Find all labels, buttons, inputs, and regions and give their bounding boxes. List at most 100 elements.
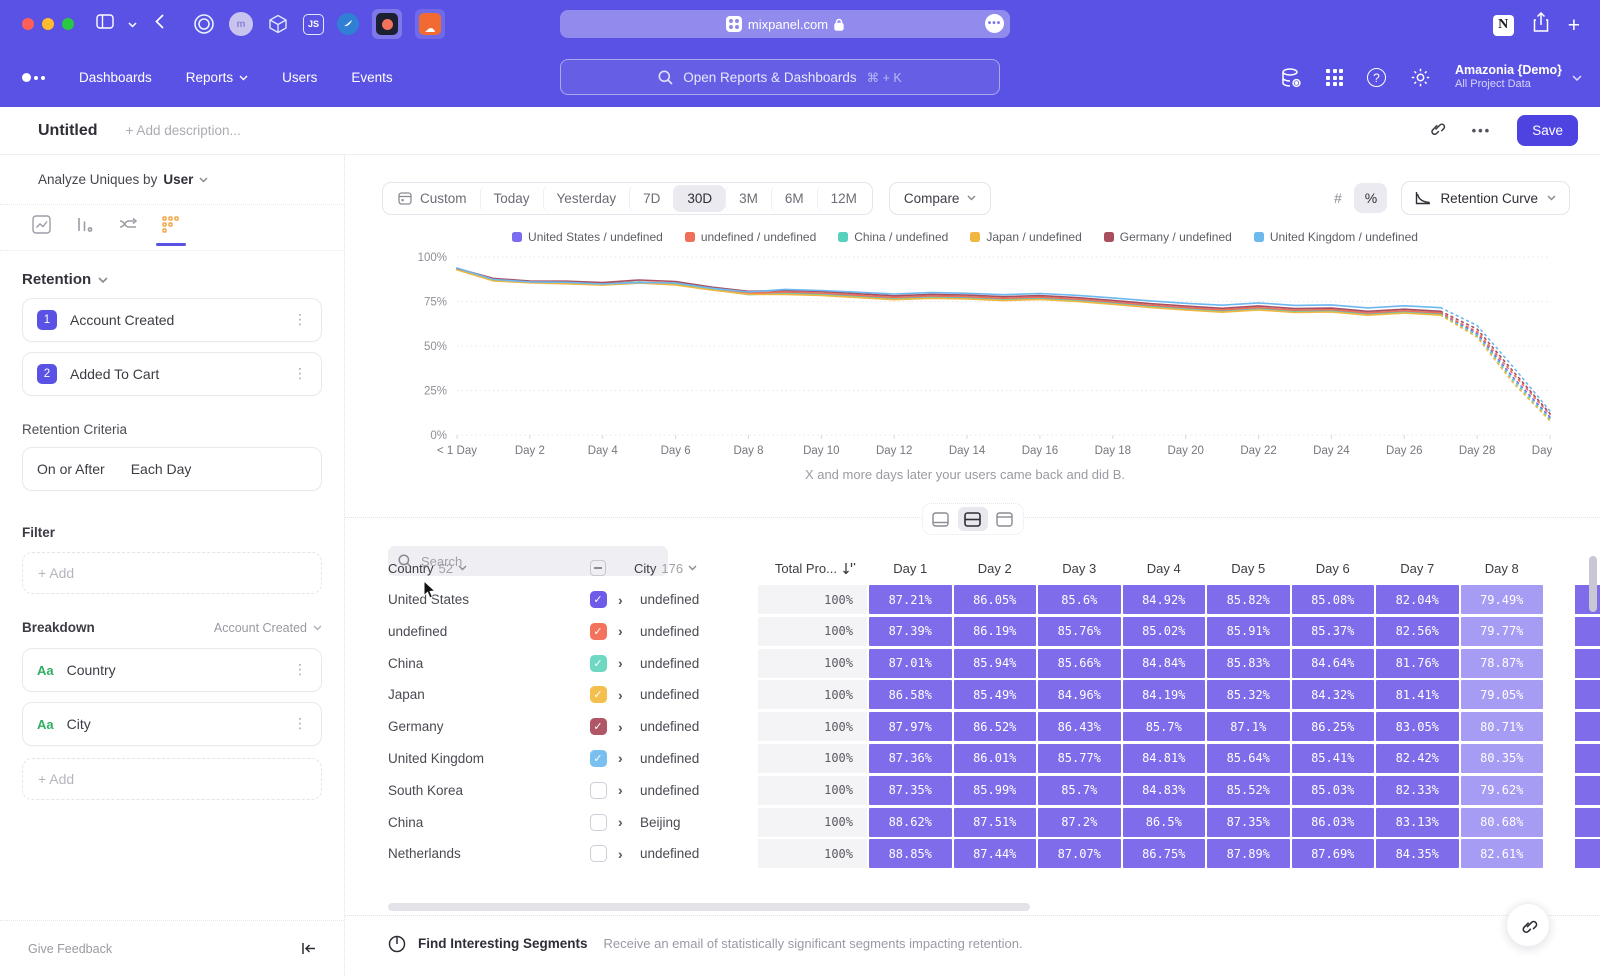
retention-value-cell[interactable]: 78.87% — [1461, 649, 1544, 678]
add-description-button[interactable]: + Add description... — [126, 123, 241, 138]
retention-value-cell[interactable]: 79.05% — [1461, 680, 1544, 709]
series-line[interactable] — [457, 269, 1441, 313]
day-column-header[interactable]: Day 7 — [1375, 561, 1460, 576]
retention-value-cell[interactable]: 85.7% — [1123, 712, 1206, 741]
retention-value-cell[interactable]: 85.99% — [954, 776, 1037, 805]
retention-value-cell[interactable]: 85.6% — [1038, 585, 1121, 614]
retention-value-cell[interactable]: 86.75% — [1123, 839, 1206, 868]
retention-value-cell[interactable]: 86.05% — [954, 585, 1037, 614]
horizontal-scrollbar[interactable] — [388, 903, 1030, 911]
global-search-button[interactable]: Open Reports & Dashboards ⌘ + K — [560, 59, 1000, 95]
apps-grid-icon[interactable] — [1326, 69, 1343, 86]
kebab-menu-icon[interactable]: ⋮ — [293, 662, 307, 678]
retention-value-cell[interactable]: 80.71% — [1461, 712, 1544, 741]
retention-value-cell[interactable]: 86.01% — [954, 744, 1037, 773]
retention-value-cell[interactable]: 82.61% — [1461, 839, 1544, 868]
retention-value-cell[interactable]: 85.94% — [954, 649, 1037, 678]
series-line-projected[interactable] — [1441, 311, 1550, 413]
table-row[interactable]: United States✓›undefined100%87.21%86.05%… — [388, 585, 1600, 614]
retention-value-cell[interactable]: 82.56% — [1376, 617, 1459, 646]
retention-value-cell[interactable]: 81.76% — [1376, 649, 1459, 678]
save-button[interactable]: Save — [1517, 115, 1578, 146]
day-column-header[interactable]: Day 5 — [1206, 561, 1291, 576]
retention-value-cell[interactable]: 85.49% — [954, 680, 1037, 709]
retention-value-cell[interactable]: 86.19% — [954, 617, 1037, 646]
expand-row-icon[interactable]: › — [618, 623, 640, 639]
retention-value-cell[interactable]: 82.33% — [1376, 776, 1459, 805]
select-all-checkbox[interactable] — [590, 560, 606, 576]
chart-only-view-button[interactable] — [926, 507, 956, 531]
retention-step-a[interactable]: 1 Account Created ⋮ — [22, 298, 322, 342]
date-range-today[interactable]: Today — [480, 185, 543, 212]
retention-value-cell[interactable]: 84.81% — [1123, 744, 1206, 773]
back-icon[interactable] — [155, 14, 164, 34]
tab-retention[interactable] — [149, 215, 192, 246]
report-title[interactable]: Untitled — [38, 122, 98, 140]
retention-value-cell[interactable]: 84.96% — [1038, 680, 1121, 709]
split-view-button[interactable] — [958, 507, 988, 531]
retention-value-cell[interactable]: 87.21% — [869, 585, 952, 614]
collapse-sidebar-icon[interactable] — [301, 942, 316, 955]
project-switcher[interactable]: Amazonia {Demo} All Project Data — [1455, 63, 1582, 92]
country-column-header[interactable]: Country 52 — [388, 561, 578, 576]
expand-row-icon[interactable]: › — [618, 782, 640, 798]
percent-toggle[interactable]: % — [1354, 183, 1387, 213]
row-checkbox[interactable] — [590, 845, 607, 862]
retention-value-cell[interactable]: 82.04% — [1376, 585, 1459, 614]
notion-extension-icon[interactable]: N — [1493, 15, 1514, 36]
kebab-menu-icon[interactable]: ⋮ — [293, 716, 307, 732]
retention-value-cell[interactable]: 85.91% — [1207, 617, 1290, 646]
table-only-view-button[interactable] — [990, 507, 1020, 531]
date-range-yesterday[interactable]: Yesterday — [543, 185, 630, 212]
retention-value-cell[interactable]: 84.64% — [1292, 649, 1375, 678]
retention-value-cell[interactable]: 84.92% — [1123, 585, 1206, 614]
cloud-extension-icon[interactable]: ☁ — [415, 9, 445, 39]
day-column-header[interactable]: Day 1 — [868, 561, 953, 576]
kebab-menu-icon[interactable]: ⋮ — [293, 366, 307, 382]
retention-value-cell[interactable]: 86.03% — [1292, 808, 1375, 837]
retention-value-cell[interactable]: 86.5% — [1123, 808, 1206, 837]
retention-value-cell[interactable]: 80.68% — [1461, 808, 1544, 837]
row-checkbox[interactable]: ✓ — [590, 750, 607, 767]
date-range-12m[interactable]: 12M — [817, 185, 870, 212]
row-checkbox[interactable]: ✓ — [590, 655, 607, 672]
zoom-window-button[interactable] — [62, 18, 74, 30]
retention-value-cell[interactable]: 85.7% — [1038, 776, 1121, 805]
table-row[interactable]: Japan✓›undefined100%86.58%85.49%84.96%84… — [388, 680, 1600, 709]
series-line[interactable] — [457, 269, 1441, 313]
retention-value-cell[interactable]: 79.49% — [1461, 585, 1544, 614]
retention-value-cell[interactable]: 79.62% — [1461, 776, 1544, 805]
legend-item[interactable]: China / undefined — [838, 230, 948, 244]
date-range-30d[interactable]: 30D — [673, 185, 725, 212]
settings-gear-icon[interactable] — [1410, 67, 1431, 88]
globe-extension-icon[interactable] — [337, 13, 359, 35]
nav-item-users[interactable]: Users — [282, 70, 317, 85]
absolute-numbers-toggle[interactable]: # — [1321, 183, 1354, 213]
expand-row-icon[interactable]: › — [618, 814, 640, 830]
retention-criteria-selector[interactable]: On or After Each Day — [22, 447, 322, 491]
day-column-header[interactable]: Day 2 — [953, 561, 1038, 576]
js-extension-icon[interactable]: JS — [303, 14, 324, 35]
table-row[interactable]: South Korea›undefined100%87.35%85.99%85.… — [388, 776, 1600, 805]
data-management-icon[interactable] — [1280, 67, 1302, 89]
chart-type-selector[interactable]: Retention Curve — [1401, 181, 1570, 215]
target-extension-icon[interactable] — [192, 12, 216, 36]
retention-curve-chart[interactable]: 0%25%50%75%100%< 1 DayDay 2Day 4Day 6Day… — [375, 247, 1555, 467]
retention-value-cell[interactable]: 85.32% — [1207, 680, 1290, 709]
retention-value-cell[interactable]: 88.85% — [869, 839, 952, 868]
table-row[interactable]: Germany✓›undefined100%87.97%86.52%86.43%… — [388, 712, 1600, 741]
day-column-header[interactable]: Day 3 — [1037, 561, 1122, 576]
retention-value-cell[interactable]: 85.02% — [1123, 617, 1206, 646]
retention-value-cell[interactable]: 80.35% — [1461, 744, 1544, 773]
analyze-uniques-value[interactable]: User — [163, 172, 193, 187]
retention-step-b[interactable]: 2 Added To Cart ⋮ — [22, 352, 322, 396]
retention-value-cell[interactable]: 85.83% — [1207, 649, 1290, 678]
tab-funnels[interactable] — [63, 215, 106, 246]
date-range-3m[interactable]: 3M — [725, 185, 771, 212]
avatar-extension-icon[interactable]: m — [229, 12, 253, 36]
retention-value-cell[interactable]: 87.51% — [954, 808, 1037, 837]
table-row[interactable]: undefined✓›undefined100%87.39%86.19%85.7… — [388, 617, 1600, 646]
legend-item[interactable]: Germany / undefined — [1104, 230, 1232, 244]
retention-value-cell[interactable]: 87.39% — [869, 617, 952, 646]
cube-extension-icon[interactable] — [266, 12, 290, 36]
